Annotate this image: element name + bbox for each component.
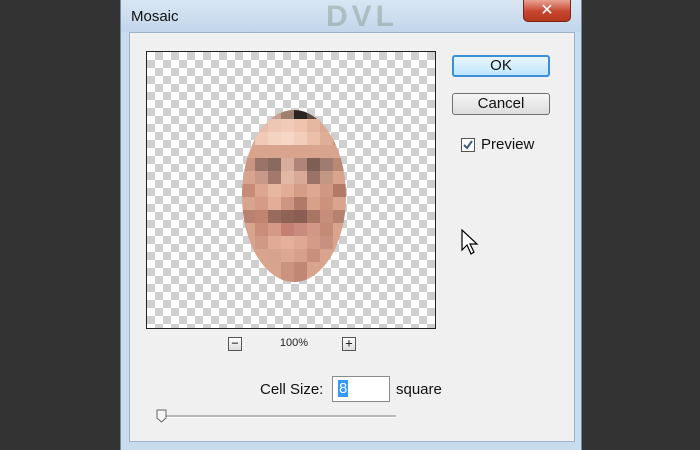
- dialog-body: − 100% + OK Cancel Preview Cell Size: 8 …: [129, 32, 575, 442]
- mouse-pointer-icon: [461, 229, 479, 255]
- cell-size-slider-thumb[interactable]: [156, 409, 167, 423]
- background-watermark-text: DVL: [326, 0, 398, 28]
- title-bar[interactable]: DVL Mosaic ✕: [121, 0, 581, 32]
- cell-size-slider-track[interactable]: [160, 415, 396, 418]
- ok-button[interactable]: OK: [452, 55, 550, 77]
- checkmark-icon: [463, 140, 473, 150]
- close-button[interactable]: ✕: [523, 0, 571, 22]
- mosaic-dialog: DVL Mosaic ✕ − 100% + OK Cancel Preview …: [120, 0, 582, 450]
- zoom-in-button[interactable]: +: [342, 337, 356, 351]
- zoom-out-button[interactable]: −: [228, 337, 242, 351]
- cancel-button[interactable]: Cancel: [452, 93, 550, 115]
- pixelated-face-image: [242, 110, 346, 282]
- cell-size-label: Cell Size:: [260, 381, 324, 398]
- dialog-title: Mosaic: [131, 8, 179, 25]
- cell-size-input[interactable]: 8: [332, 376, 390, 402]
- close-x-icon: ✕: [540, 0, 554, 19]
- filter-preview-area[interactable]: [146, 51, 436, 329]
- cell-size-unit: square: [396, 381, 442, 398]
- preview-checkbox-label[interactable]: Preview: [481, 136, 534, 153]
- cell-size-value: 8: [338, 380, 349, 397]
- preview-checkbox[interactable]: [461, 138, 475, 152]
- zoom-level-label: 100%: [279, 337, 309, 349]
- screen: DVL Mosaic ✕ − 100% + OK Cancel Preview …: [0, 0, 700, 450]
